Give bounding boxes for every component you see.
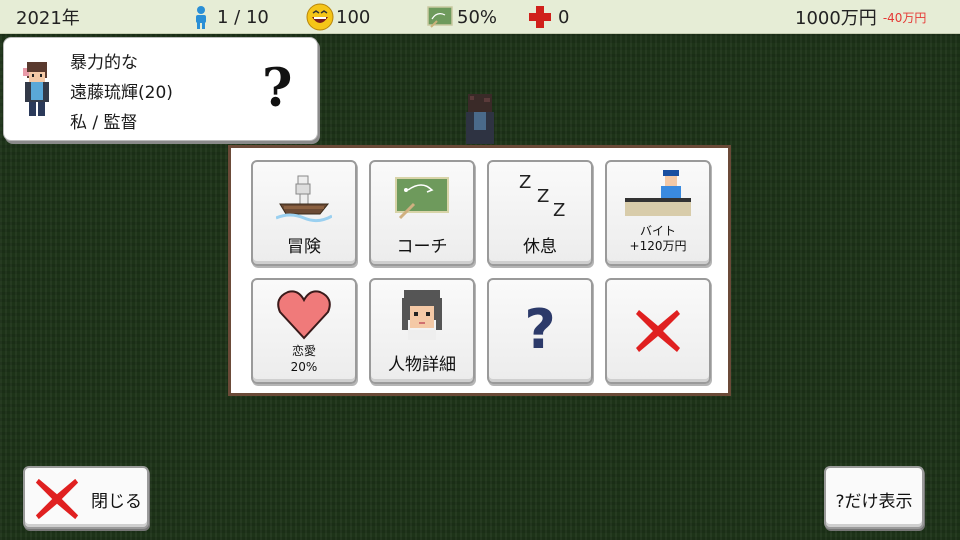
part-time-income: +120万円 (629, 239, 687, 253)
progress-text: 50% (457, 6, 498, 28)
year-text: 2021年 (16, 8, 80, 29)
person-detail-button[interactable]: 人物詳細 (369, 278, 475, 384)
chalkboard-icon (427, 6, 453, 28)
chalkboard-icon (394, 176, 450, 224)
year-display: 2021年 (16, 0, 80, 34)
progress: 50% (427, 0, 497, 34)
character-portrait-icon (398, 288, 446, 344)
close-x-icon (33, 475, 81, 527)
close-label: 閉じる (91, 492, 142, 512)
red-cross-icon (528, 5, 552, 29)
money-display: 1000万円 -40万円 (795, 0, 926, 34)
injuries: 0 (528, 0, 569, 34)
adventure-label: 冒険 (287, 237, 321, 257)
rest-button[interactable]: Z Z Z 休息 (487, 160, 593, 266)
happiness: 100 (306, 0, 370, 34)
happiness-text: 100 (336, 6, 371, 28)
character-name: 遠藤琉輝(20) (70, 83, 173, 103)
close-x-icon (633, 306, 683, 360)
member-count: 1 / 10 (193, 0, 269, 34)
person-detail-label: 人物詳細 (388, 355, 456, 375)
adventure-button[interactable]: 冒険 (251, 160, 357, 266)
injuries-text: 0 (558, 6, 570, 28)
question-mark-icon: ? (524, 298, 556, 361)
cancel-button[interactable] (605, 278, 711, 384)
part-time-label: バイト (639, 224, 676, 238)
sleep-z-2: Z (537, 186, 550, 207)
show-only-question-button[interactable]: ?だけ表示 (824, 466, 924, 529)
coach-label: コーチ (396, 237, 448, 257)
unknown-action-button[interactable]: ? (487, 278, 593, 384)
money-delta-text: -40万円 (882, 10, 927, 25)
character-avatar (20, 60, 54, 124)
unknown-status-mark: ? (262, 58, 293, 119)
character-role: 私 / 監督 (70, 113, 138, 133)
person-icon (193, 5, 209, 29)
member-count-text: 1 / 10 (217, 6, 269, 28)
character-card: 暴力的な 遠藤琉輝(20) 私 / 監督 ? (3, 37, 318, 141)
romance-button[interactable]: 恋愛 20% (251, 278, 357, 384)
laughing-face-icon (306, 3, 334, 31)
character-info: 暴力的な 遠藤琉輝(20) 私 / 監督 (70, 48, 173, 138)
part-time-job-button[interactable]: バイト +120万円 (605, 160, 711, 266)
field-character-sprite[interactable] (462, 92, 498, 148)
rest-label: 休息 (523, 237, 557, 257)
heart-icon (276, 288, 332, 344)
character-trait: 暴力的な (70, 53, 138, 73)
money-text: 1000万円 (795, 8, 877, 29)
sleep-z-3: Z (553, 200, 566, 221)
show-only-question-label: ?だけ表示 (835, 492, 913, 512)
romance-label: 恋愛 (291, 344, 316, 358)
clerk-at-counter-icon (623, 168, 693, 222)
close-button[interactable]: 閉じる (23, 466, 149, 529)
romance-chance: 20% (290, 360, 318, 374)
boat-icon (275, 170, 333, 228)
action-menu-panel: 冒険 コーチ Z Z Z 休息 バイト +120万円 恋愛 20% 人物詳細 ? (228, 145, 731, 396)
sleep-z-1: Z (519, 172, 532, 193)
status-bar: 2021年 1 / 10 100 50% 0 1000万円 -40万円 (0, 0, 960, 34)
coach-button[interactable]: コーチ (369, 160, 475, 266)
